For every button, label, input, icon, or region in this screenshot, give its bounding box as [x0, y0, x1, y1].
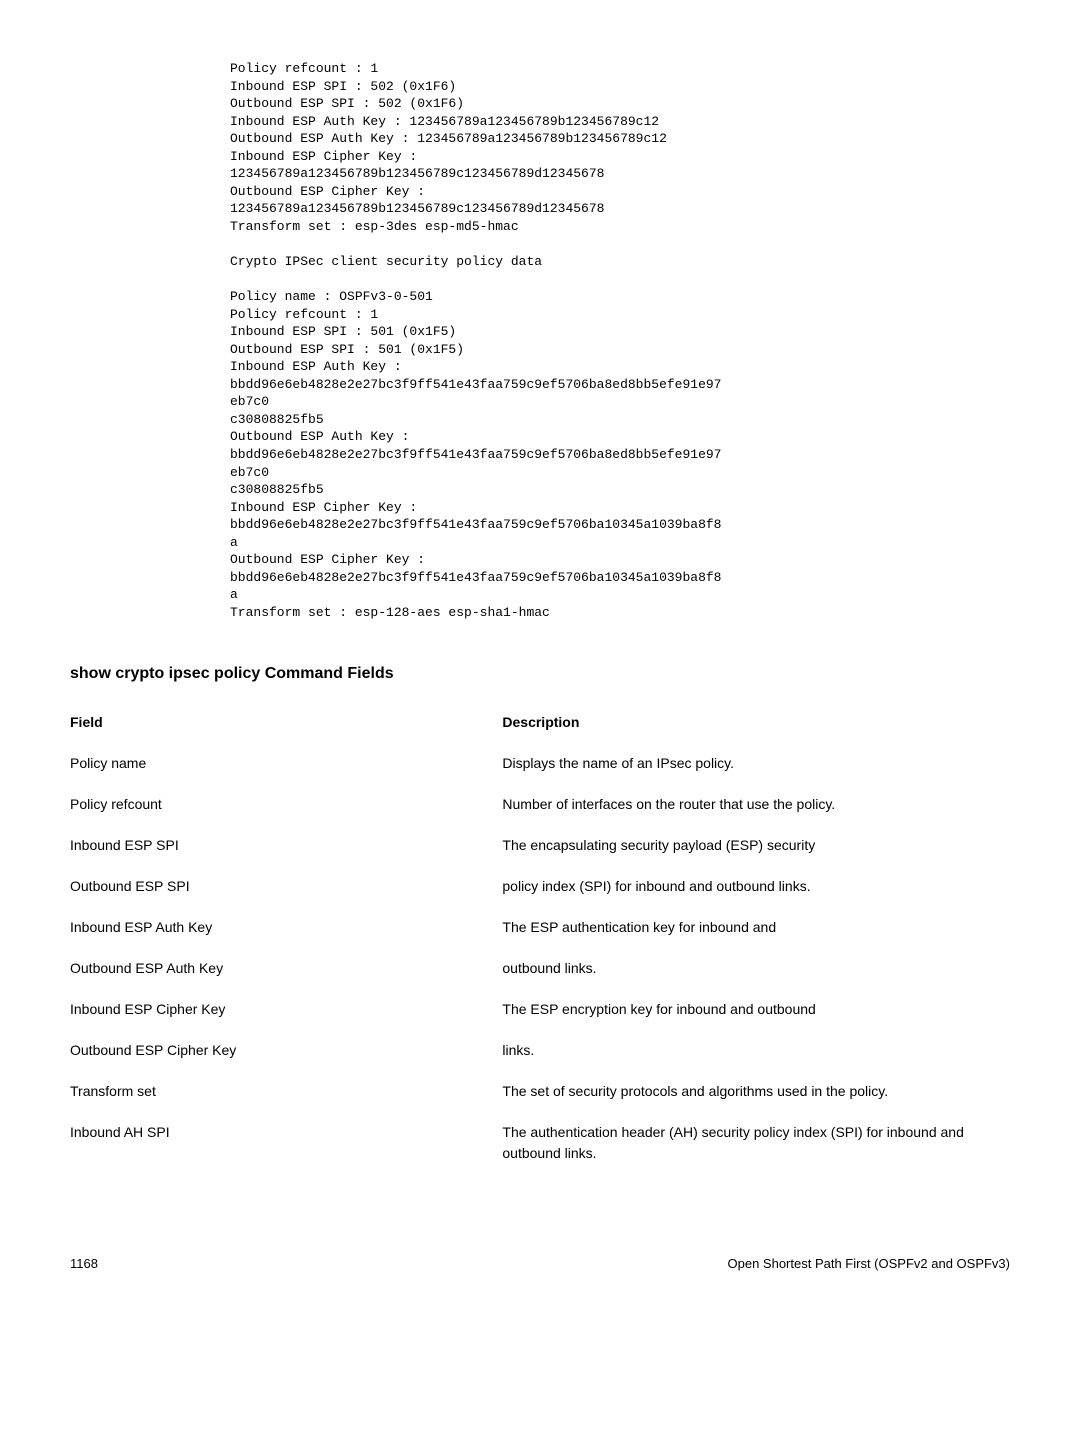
- field-cell: Policy name: [70, 743, 502, 784]
- table-row: Inbound ESP Auth Key The ESP authenticat…: [70, 907, 1010, 948]
- col-header-field: Field: [70, 706, 502, 743]
- field-cell: Inbound ESP Auth Key: [70, 907, 502, 948]
- field-cell: Policy refcount: [70, 784, 502, 825]
- field-cell: Transform set: [70, 1071, 502, 1112]
- fields-table: Field Description Policy name Displays t…: [70, 706, 1010, 1174]
- desc-cell: links.: [502, 1030, 1010, 1071]
- desc-cell: The encapsulating security payload (ESP)…: [502, 825, 1010, 866]
- desc-cell: outbound links.: [502, 948, 1010, 989]
- table-row: Outbound ESP Auth Key outbound links.: [70, 948, 1010, 989]
- field-cell: Outbound ESP SPI: [70, 866, 502, 907]
- table-row: Policy name Displays the name of an IPse…: [70, 743, 1010, 784]
- code-output: Policy refcount : 1 Inbound ESP SPI : 50…: [230, 60, 1010, 622]
- page-number: 1168: [70, 1254, 98, 1274]
- footer-title: Open Shortest Path First (OSPFv2 and OSP…: [728, 1254, 1011, 1274]
- desc-cell: Number of interfaces on the router that …: [502, 784, 1010, 825]
- table-row: Transform set The set of security protoc…: [70, 1071, 1010, 1112]
- table-row: Policy refcount Number of interfaces on …: [70, 784, 1010, 825]
- desc-cell: The ESP encryption key for inbound and o…: [502, 989, 1010, 1030]
- field-cell: Inbound AH SPI: [70, 1112, 502, 1174]
- desc-cell: The set of security protocols and algori…: [502, 1071, 1010, 1112]
- table-row: Inbound ESP Cipher Key The ESP encryptio…: [70, 989, 1010, 1030]
- table-row: Outbound ESP SPI policy index (SPI) for …: [70, 866, 1010, 907]
- desc-cell: Displays the name of an IPsec policy.: [502, 743, 1010, 784]
- col-header-desc: Description: [502, 706, 1010, 743]
- field-cell: Inbound ESP SPI: [70, 825, 502, 866]
- field-cell: Inbound ESP Cipher Key: [70, 989, 502, 1030]
- desc-cell: The ESP authentication key for inbound a…: [502, 907, 1010, 948]
- field-cell: Outbound ESP Auth Key: [70, 948, 502, 989]
- section-title: show crypto ipsec policy Command Fields: [70, 662, 1010, 686]
- field-cell: Outbound ESP Cipher Key: [70, 1030, 502, 1071]
- page-footer: 1168 Open Shortest Path First (OSPFv2 an…: [70, 1254, 1010, 1274]
- desc-cell: The authentication header (AH) security …: [502, 1112, 1010, 1174]
- table-row: Inbound AH SPI The authentication header…: [70, 1112, 1010, 1174]
- desc-cell: policy index (SPI) for inbound and outbo…: [502, 866, 1010, 907]
- table-row: Inbound ESP SPI The encapsulating securi…: [70, 825, 1010, 866]
- table-row: Outbound ESP Cipher Key links.: [70, 1030, 1010, 1071]
